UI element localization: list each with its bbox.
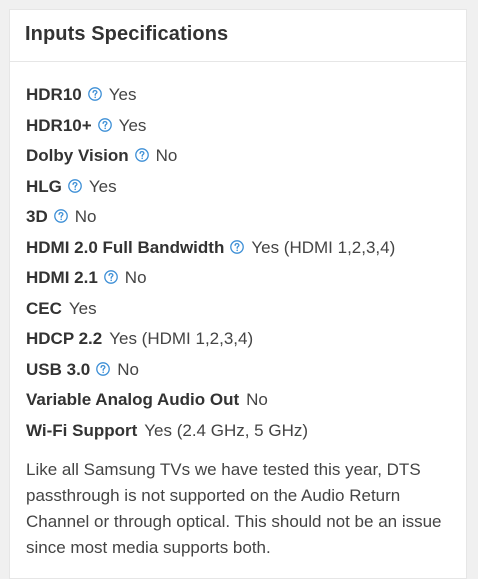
spec-value: Yes xyxy=(118,115,147,135)
spec-value: Yes xyxy=(108,85,137,105)
note-text: Like all Samsung TVs we have tested this… xyxy=(26,460,442,557)
card-title: Inputs Specifications xyxy=(25,23,229,45)
spec-value: No xyxy=(117,359,139,379)
spec-label: 3D xyxy=(26,207,48,227)
help-circle-icon[interactable] xyxy=(96,361,111,376)
spec-value: Yes xyxy=(68,298,97,318)
spec-label: USB 3.0 xyxy=(26,359,91,379)
spec-row: HDMI 2.0 Full Bandwidth Yes (HDMI 1,2,3,… xyxy=(26,233,395,264)
spec-label: Variable Analog Audio Out xyxy=(26,390,240,410)
help-circle-icon[interactable] xyxy=(230,239,245,254)
spec-label: HDMI 2.0 Full Bandwidth xyxy=(26,237,225,257)
spec-row: HLG Yes xyxy=(26,172,395,203)
spec-label: CEC xyxy=(26,298,62,318)
help-circle-icon[interactable] xyxy=(87,87,102,102)
spec-label: HDR10 xyxy=(26,85,82,105)
spec-value: Yes (HDMI 1,2,3,4) xyxy=(109,329,254,349)
spec-row: 3D No xyxy=(26,202,395,233)
spec-label: HDMI 2.1 xyxy=(26,268,98,288)
spec-row: Wi-Fi Support Yes (2.4 GHz, 5 GHz) xyxy=(26,416,395,447)
help-circle-icon[interactable] xyxy=(68,178,82,193)
spec-row: Variable Analog Audio Out No xyxy=(26,385,395,416)
spec-row: USB 3.0 No xyxy=(26,355,395,386)
spec-row: Dolby Vision No xyxy=(26,141,395,172)
spec-row: CEC Yes xyxy=(26,294,395,325)
spec-value: Yes (2.4 GHz, 5 GHz) xyxy=(144,420,309,440)
spec-value: No xyxy=(124,268,147,288)
inputs-specifications-card: Inputs Specifications HDR10 Yes HDR10+ Y… xyxy=(9,9,467,579)
spec-value: No xyxy=(155,146,178,166)
spec-row: HDR10 Yes xyxy=(26,80,395,111)
help-circle-icon[interactable] xyxy=(53,209,68,224)
help-circle-icon[interactable] xyxy=(97,117,112,132)
help-circle-icon[interactable] xyxy=(103,270,118,285)
spec-row: HDCP 2.2 Yes (HDMI 1,2,3,4) xyxy=(26,324,395,355)
spec-label: Dolby Vision xyxy=(26,146,129,166)
card-header: Inputs Specifications xyxy=(10,10,466,62)
spec-value: No xyxy=(74,207,97,227)
spec-label: HDCP 2.2 xyxy=(26,329,103,349)
help-circle-icon[interactable] xyxy=(134,148,149,163)
spec-list: HDR10 Yes HDR10+ Yes Dolby Vision No HLG… xyxy=(26,80,395,446)
spec-row: HDMI 2.1 No xyxy=(26,263,395,294)
spec-value: Yes (HDMI 1,2,3,4) xyxy=(251,237,396,257)
spec-label: HLG xyxy=(26,176,62,196)
spec-row: HDR10+ Yes xyxy=(26,111,395,142)
spec-value: Yes xyxy=(88,176,117,196)
spec-label: HDR10+ xyxy=(26,115,92,135)
spec-value: No xyxy=(246,390,268,410)
spec-label: Wi-Fi Support xyxy=(26,420,138,440)
